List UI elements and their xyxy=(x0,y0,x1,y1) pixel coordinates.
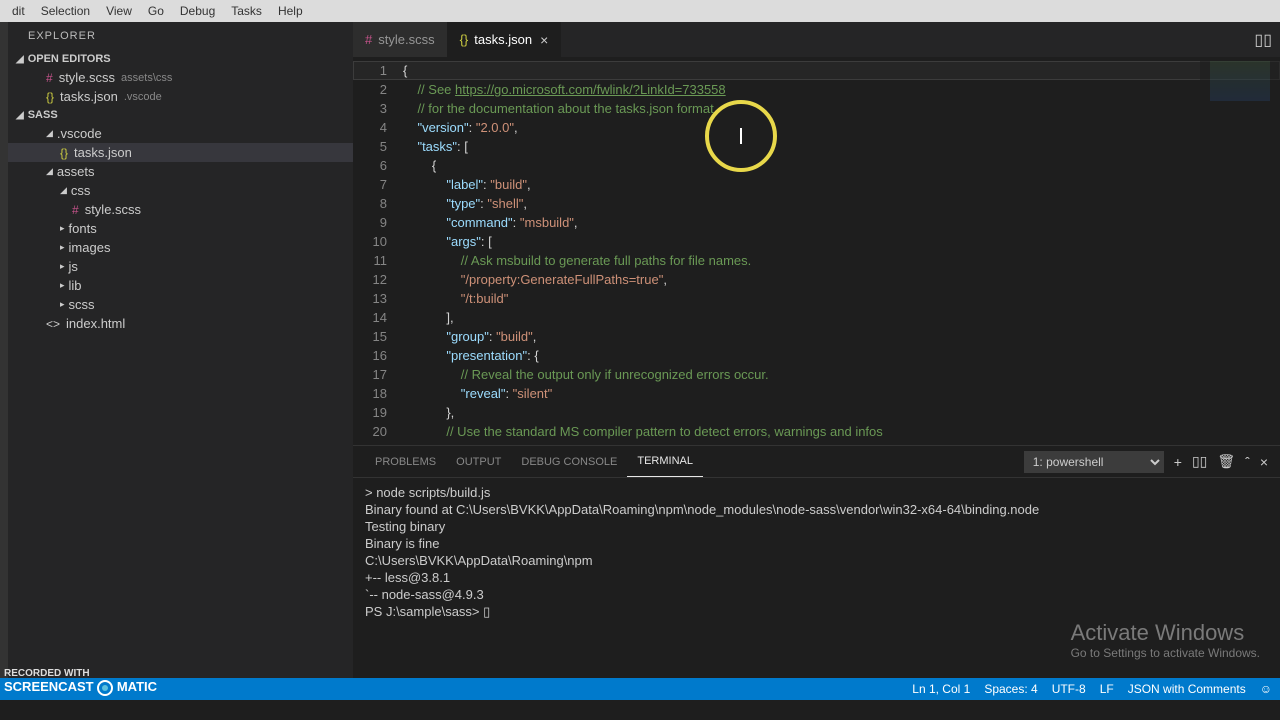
folder-item[interactable]: ◢.vscode xyxy=(8,124,353,143)
chevron-down-icon: ◢ xyxy=(46,128,53,139)
chevron-right-icon: ▸ xyxy=(60,280,65,291)
file-item[interactable]: {}tasks.json xyxy=(8,143,353,162)
split-editor-icon[interactable]: ▯▯ xyxy=(1254,30,1272,50)
screencast-watermark: RECORDED WITH SCREENCAST MATIC xyxy=(4,668,157,696)
folder-item[interactable]: ▸js xyxy=(8,257,353,276)
html-icon: <> xyxy=(46,317,60,331)
menu-help[interactable]: Help xyxy=(270,4,311,18)
panel-tab-output[interactable]: OUTPUT xyxy=(446,446,511,477)
maximize-panel-icon[interactable]: ˆ xyxy=(1245,454,1250,470)
status-eol[interactable]: LF xyxy=(1100,682,1114,696)
line-gutter: 12345678910111213141516171819202122 xyxy=(353,57,403,445)
record-icon xyxy=(97,680,113,696)
panel-tab-terminal[interactable]: TERMINAL xyxy=(627,446,703,477)
menu-edit[interactable]: dit xyxy=(4,4,33,18)
explorer-sidebar: EXPLORER ◢ OPEN EDITORS # style.scss ass… xyxy=(8,22,353,678)
chevron-right-icon: ▸ xyxy=(60,299,65,310)
panel-tab-problems[interactable]: PROBLEMS xyxy=(365,446,446,477)
panel-tab-debug[interactable]: DEBUG CONSOLE xyxy=(511,446,627,477)
chevron-right-icon: ▸ xyxy=(60,223,65,234)
folder-item[interactable]: ▸images xyxy=(8,238,353,257)
statusbar: Ln 1, Col 1 Spaces: 4 UTF-8 LF JSON with… xyxy=(0,678,1280,700)
editor-area: # style.scss {} tasks.json × ▯▯ 12345678… xyxy=(353,22,1280,678)
menu-tasks[interactable]: Tasks xyxy=(223,4,270,18)
folder-item[interactable]: ▸scss xyxy=(8,295,353,314)
workspace-header[interactable]: ◢ SASS xyxy=(8,106,353,124)
terminal-output[interactable]: > node scripts/build.jsBinary found at C… xyxy=(353,478,1280,678)
bottom-panel: PROBLEMS OUTPUT DEBUG CONSOLE TERMINAL 1… xyxy=(353,445,1280,678)
json-icon: {} xyxy=(60,146,68,160)
activity-bar[interactable] xyxy=(0,22,8,678)
chevron-down-icon: ◢ xyxy=(16,110,24,121)
folder-item[interactable]: ▸lib xyxy=(8,276,353,295)
close-icon[interactable]: × xyxy=(540,32,548,48)
json-icon: {} xyxy=(460,32,469,47)
menu-debug[interactable]: Debug xyxy=(172,4,223,18)
scss-icon: # xyxy=(46,71,53,85)
file-item[interactable]: <>index.html xyxy=(8,314,353,333)
menu-selection[interactable]: Selection xyxy=(33,4,98,18)
scss-icon: # xyxy=(365,32,372,47)
new-terminal-icon[interactable]: + xyxy=(1174,454,1182,470)
panel-tabs: PROBLEMS OUTPUT DEBUG CONSOLE TERMINAL 1… xyxy=(353,446,1280,478)
chevron-down-icon: ◢ xyxy=(46,166,53,177)
folder-item[interactable]: ◢assets xyxy=(8,162,353,181)
explorer-title: EXPLORER xyxy=(8,22,353,50)
terminal-selector[interactable]: 1: powershell xyxy=(1024,451,1164,473)
scss-icon: # xyxy=(72,203,79,217)
minimap[interactable] xyxy=(1200,57,1280,445)
json-icon: {} xyxy=(46,90,54,104)
open-editors-header[interactable]: ◢ OPEN EDITORS xyxy=(8,50,353,68)
chevron-right-icon: ▸ xyxy=(60,242,65,253)
close-panel-icon[interactable]: × xyxy=(1260,454,1268,470)
open-editor-item[interactable]: {} tasks.json .vscode xyxy=(8,87,353,106)
folder-item[interactable]: ▸fonts xyxy=(8,219,353,238)
status-feedback-icon[interactable]: ☺ xyxy=(1260,682,1272,696)
split-terminal-icon[interactable]: ▯▯ xyxy=(1192,453,1207,470)
kill-terminal-icon[interactable]: 🗑 xyxy=(1217,453,1235,470)
chevron-down-icon: ◢ xyxy=(16,54,24,65)
code-content[interactable]: { // See https://go.microsoft.com/fwlink… xyxy=(403,57,1280,445)
chevron-right-icon: ▸ xyxy=(60,261,65,272)
chevron-down-icon: ◢ xyxy=(60,185,67,196)
menu-go[interactable]: Go xyxy=(140,4,172,18)
menubar: dit Selection View Go Debug Tasks Help xyxy=(0,0,1280,22)
file-item[interactable]: #style.scss xyxy=(8,200,353,219)
editor-tabs: # style.scss {} tasks.json × ▯▯ xyxy=(353,22,1280,57)
text-cursor-icon xyxy=(740,128,742,144)
tab-tasks-json[interactable]: {} tasks.json × xyxy=(448,22,562,57)
status-lang[interactable]: JSON with Comments xyxy=(1128,682,1246,696)
code-editor[interactable]: 12345678910111213141516171819202122 { //… xyxy=(353,57,1280,445)
status-spaces[interactable]: Spaces: 4 xyxy=(984,682,1037,696)
menu-view[interactable]: View xyxy=(98,4,140,18)
folder-item[interactable]: ◢css xyxy=(8,181,353,200)
status-encoding[interactable]: UTF-8 xyxy=(1052,682,1086,696)
open-editor-item[interactable]: # style.scss assets\css xyxy=(8,68,353,87)
status-cursor[interactable]: Ln 1, Col 1 xyxy=(912,682,970,696)
tab-style-scss[interactable]: # style.scss xyxy=(353,22,448,57)
